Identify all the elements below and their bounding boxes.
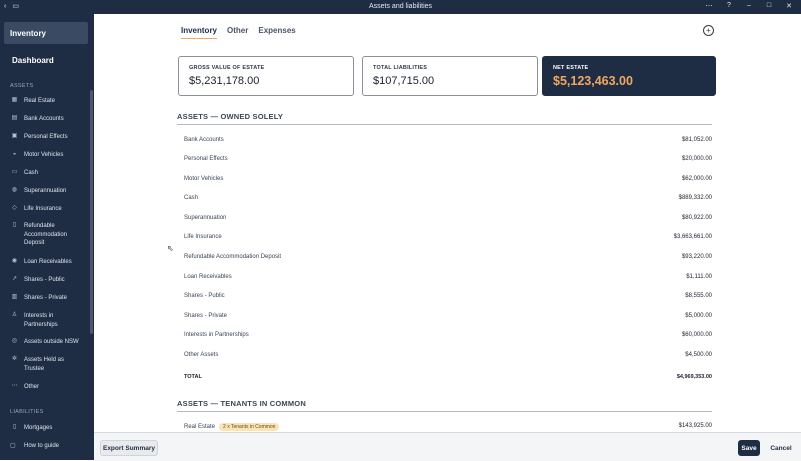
table-row: Real Estate 2 x Tenants in Common $143,92… (184, 423, 712, 431)
net-estate-amount: $5,123,463.00 (553, 74, 633, 88)
piggy-bank-icon: ◍ (11, 187, 18, 193)
table-row: Life Insurance $3,663,661.00 (184, 234, 712, 240)
total-liabilities-label: TOTAL LIABILITIES (373, 65, 428, 71)
sidebar-item-bank-accounts[interactable]: ▤ Bank Accounts (10, 115, 88, 124)
liabilities-section-header: LIABILITIES (10, 409, 44, 415)
help-icon[interactable]: ? (725, 2, 733, 10)
save-button[interactable]: Save (738, 440, 760, 456)
box-icon: ▣ (11, 133, 18, 139)
sidebar-item-dashboard[interactable]: Dashboard (12, 56, 54, 65)
trend-icon: ↗ (11, 276, 18, 282)
footer-bar: Export Summary Save Cancel (94, 432, 801, 461)
sidebar-item-motor-vehicles[interactable]: ◒ Motor Vehicles (10, 151, 88, 160)
bank-icon: ▤ (11, 115, 18, 121)
gear-icon: ✲ (11, 356, 18, 362)
sidebar-item-other[interactable]: ⋯ Other (10, 383, 88, 392)
tenants-in-common-heading: ASSETS — TENANTS IN COMMON (177, 399, 712, 412)
sidebar-item-assets-outside-nsw[interactable]: ◎ Assets outside NSW (10, 338, 88, 347)
sidebar-item-shares-public[interactable]: ↗ Shares - Public (10, 276, 88, 285)
sidebar-item-mortgages[interactable]: ▯ Mortgages (10, 424, 88, 433)
cash-icon: ▭ (11, 169, 18, 175)
chart-icon: ▥ (11, 294, 18, 300)
close-icon[interactable]: ✕ (785, 2, 793, 10)
sidebar-item-inventory[interactable]: Inventory (4, 22, 88, 44)
coin-icon: ◉ (11, 258, 18, 264)
building-icon: ▦ (11, 97, 18, 103)
sidebar: Inventory Dashboard ASSETS ▦ Real Estate … (0, 14, 94, 460)
sidebar-item-assets-held-as-trustee[interactable]: ✲ Assets Held as Trustee (10, 356, 88, 373)
gross-value-card: GROSS VALUE OF ESTATE $5,231,178.00 (178, 56, 354, 96)
sidebar-item-cash[interactable]: ▭ Cash (10, 169, 88, 178)
maximize-icon[interactable]: □ (765, 2, 773, 10)
table-row: Other Assets $4,500.00 (184, 352, 712, 358)
table-row: Shares - Public $8,555.00 (184, 293, 712, 299)
sidebar-scrollbar[interactable] (90, 90, 93, 334)
table-row: Personal Effects $20,000.00 (184, 156, 712, 162)
main-content: Inventory Other Expenses + GROSS VALUE O… (94, 14, 801, 460)
people-icon: ♙ (11, 312, 18, 318)
how-to-guide-link[interactable]: ▢ How to guide (10, 442, 59, 450)
mouse-cursor-icon: ⇖ (167, 244, 174, 253)
document-icon: ▯ (12, 424, 17, 430)
cancel-button[interactable]: Cancel (767, 440, 795, 456)
table-row: Motor Vehicles $62,000.00 (184, 176, 712, 182)
sidebar-item-personal-effects[interactable]: ▣ Personal Effects (10, 133, 88, 142)
tab-expenses[interactable]: Expenses (258, 26, 295, 39)
gross-value-amount: $5,231,178.00 (189, 75, 260, 87)
gross-value-label: GROSS VALUE OF ESTATE (189, 65, 265, 71)
owned-solely-heading: ASSETS — OWNED SOLELY (177, 112, 712, 125)
export-summary-button[interactable]: Export Summary (100, 440, 158, 456)
sidebar-item-refundable-accommodation-deposit[interactable]: ▯ Refundable Accommodation Deposit (10, 222, 88, 248)
globe-icon: ◎ (11, 338, 18, 344)
shield-icon: ◇ (12, 205, 17, 211)
net-estate-label: NET ESTATE (553, 65, 589, 71)
ellipsis-icon: ⋯ (11, 383, 18, 389)
total-liabilities-card: TOTAL LIABILITIES $107,715.00 (362, 56, 538, 96)
add-icon[interactable]: + (703, 25, 714, 36)
total-row: TOTAL $4,969,353.00 (184, 374, 712, 380)
sidebar-item-loan-receivables[interactable]: ◉ Loan Receivables (10, 258, 88, 267)
minimize-icon[interactable]: – (745, 2, 753, 10)
table-row: Shares - Private $5,000.00 (184, 313, 712, 319)
tab-other[interactable]: Other (227, 26, 248, 39)
assets-section-header: ASSETS (10, 83, 34, 89)
sidebar-item-life-insurance[interactable]: ◇ Life Insurance (10, 205, 88, 214)
sidebar-item-superannuation[interactable]: ◍ Superannuation (10, 187, 88, 196)
sidebar-item-shares-private[interactable]: ▥ Shares - Private (10, 294, 88, 303)
tab-bar: Inventory Other Expenses (181, 26, 296, 39)
total-liabilities-amount: $107,715.00 (373, 75, 435, 87)
car-icon: ◒ (12, 151, 17, 157)
table-row: Interests in Partnerships $60,000.00 (184, 332, 712, 338)
tab-inventory[interactable]: Inventory (181, 26, 218, 39)
table-row: Refundable Accommodation Deposit $93,220.… (184, 254, 712, 260)
table-row: Loan Receivables $1,111.00 (184, 274, 712, 280)
tenants-badge: 2 x Tenants in Common (219, 423, 280, 431)
title-bar: ‹ ▭ Assets and liabilities ⋯ ? – □ ✕ (0, 0, 801, 14)
table-row: Bank Accounts $81,052.00 (184, 137, 712, 143)
table-row: Superannuation $80,922.00 (184, 215, 712, 221)
window-title: Assets and liabilities (368, 3, 433, 10)
table-row: Cash $889,332.00 (184, 195, 712, 201)
sidebar-item-interests-in-partnerships[interactable]: ♙ Interests in Partnerships (10, 312, 88, 329)
more-icon[interactable]: ⋯ (705, 2, 713, 10)
document-icon: ▯ (12, 222, 17, 228)
book-icon: ▢ (10, 443, 16, 449)
net-estate-card: NET ESTATE $5,123,463.00 (542, 56, 716, 96)
sidebar-item-real-estate[interactable]: ▦ Real Estate (10, 97, 88, 106)
